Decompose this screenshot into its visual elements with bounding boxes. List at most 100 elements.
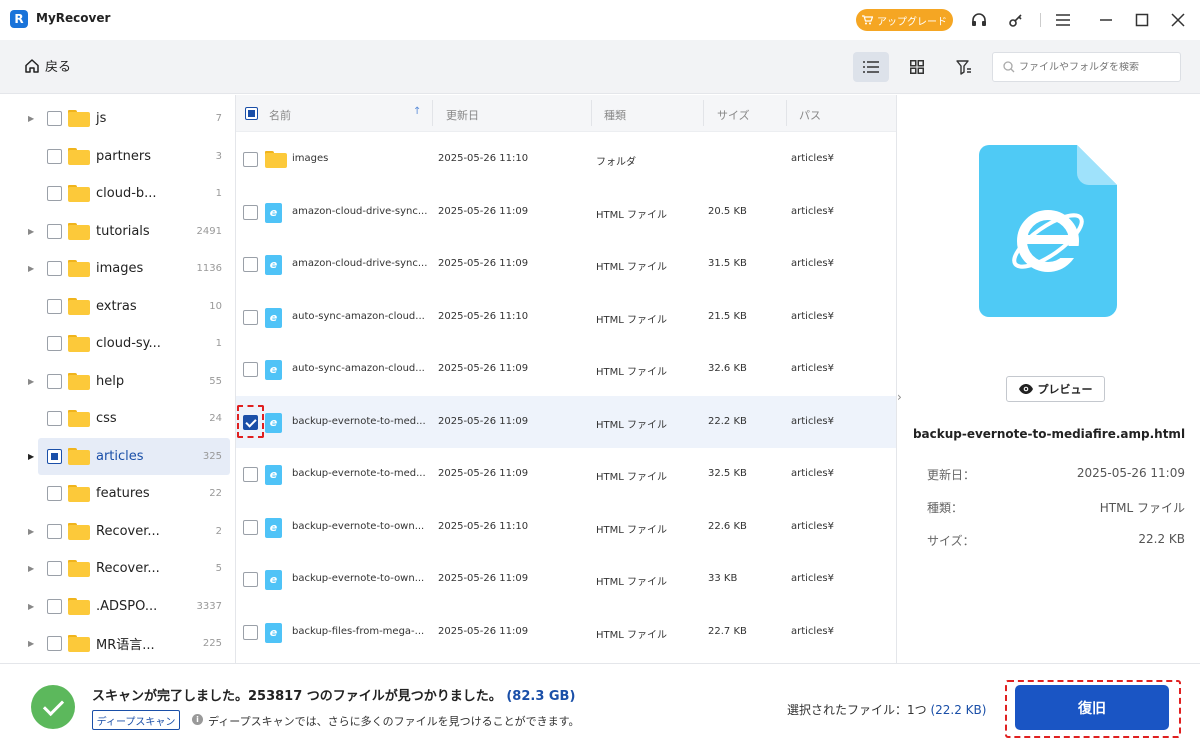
expand-arrow-icon[interactable]: ▶	[28, 452, 38, 461]
tree-item[interactable]: ▶ articles 325	[0, 437, 235, 475]
column-divider[interactable]	[591, 100, 592, 126]
cell-path: articles¥	[791, 363, 834, 374]
header-name[interactable]: 名前	[269, 107, 291, 123]
deep-scan-button[interactable]: ディープスキャン	[92, 710, 180, 730]
expand-arrow-icon[interactable]: ▶	[28, 602, 38, 611]
tree-item-checkbox[interactable]	[47, 486, 62, 501]
preview-button[interactable]: プレビュー	[1006, 376, 1105, 402]
row-checkbox[interactable]	[243, 204, 258, 220]
search-icon	[1003, 61, 1015, 73]
tree-item[interactable]: ▶ help 55	[0, 363, 235, 400]
tree-item-count: 7	[215, 113, 222, 124]
file-list: 名前 ↑ 更新日 種類 サイズ パス images 2025-05-26 11:1…	[236, 95, 896, 663]
table-row[interactable]: e auto-sync-amazon-cloud... 2025-05-26 11:…	[236, 291, 896, 343]
tree-item-checkbox[interactable]	[47, 223, 62, 239]
row-checkbox[interactable]	[243, 309, 258, 325]
folder-icon	[265, 151, 287, 168]
tree-item-checkbox[interactable]	[47, 373, 62, 389]
search-input[interactable]	[1019, 61, 1169, 73]
cell-size: 21.5 KB	[708, 310, 747, 322]
row-checkbox[interactable]	[243, 519, 258, 535]
table-row[interactable]: images 2025-05-26 11:10 フォルダ articles¥	[236, 133, 896, 185]
table-row[interactable]: e backup-files-from-mega-... 2025-05-26 11…	[236, 606, 896, 658]
tree-item[interactable]: features 22	[0, 475, 235, 512]
tree-item[interactable]: ▶ Recover... 5	[0, 550, 235, 587]
row-checkbox[interactable]	[243, 624, 258, 640]
header-size[interactable]: サイズ	[717, 107, 750, 123]
expand-arrow-icon[interactable]: ▶	[28, 564, 38, 573]
cell-size: 32.5 KB	[708, 468, 747, 479]
upgrade-button[interactable]: アップグレード	[856, 9, 953, 31]
key-icon[interactable]	[1006, 10, 1026, 30]
table-row[interactable]: e backup-evernote-to-own... 2025-05-26 11:…	[236, 553, 896, 605]
tree-item-checkbox[interactable]	[47, 111, 62, 126]
header-path[interactable]: パス	[799, 107, 821, 123]
minimize-icon[interactable]	[1096, 10, 1116, 30]
table-row[interactable]: e backup-evernote-to-own... 2025-05-26 11:…	[236, 501, 896, 553]
column-divider[interactable]	[432, 100, 433, 126]
tree-item[interactable]: ▶ tutorials 2491	[0, 213, 235, 250]
tree-item[interactable]: cloud-sy... 1	[0, 325, 235, 362]
row-checkbox[interactable]	[243, 467, 258, 482]
table-row[interactable]: e amazon-cloud-drive-sync... 2025-05-26 11…	[236, 186, 896, 238]
deep-scan-hint: ディープスキャンでは、さらに多くのファイルを見つけることができます。	[208, 715, 580, 728]
table-row[interactable]: e amazon-cloud-drive-sync... 2025-05-26 11…	[236, 238, 896, 290]
tree-item[interactable]: cloud-b... 1	[0, 175, 235, 212]
row-checkbox[interactable]	[243, 572, 258, 587]
table-row[interactable]: e auto-sync-amazon-cloud... 2025-05-26 11:…	[236, 343, 896, 395]
expand-arrow-icon[interactable]: ▶	[28, 527, 38, 536]
expand-arrow-icon[interactable]: ▶	[28, 114, 38, 123]
table-row[interactable]: e backup-evernote-to-med... 2025-05-26 11:…	[236, 448, 896, 500]
column-divider[interactable]	[703, 100, 704, 126]
filter-button[interactable]	[946, 52, 982, 82]
expand-arrow-icon[interactable]: ▶	[28, 264, 38, 273]
tree-item-checkbox[interactable]	[47, 448, 62, 464]
tree-item-checkbox[interactable]	[47, 598, 62, 614]
expand-arrow-icon[interactable]: ▶	[28, 227, 38, 236]
cart-icon	[862, 15, 873, 25]
table-row[interactable]: e backup-evernote-to-med... 2025-05-26 11:…	[236, 395, 896, 448]
cell-type: HTML ファイル	[596, 524, 668, 536]
recover-button[interactable]: 復旧	[1015, 685, 1169, 730]
tree-item[interactable]: ▶ js 7	[0, 100, 235, 137]
column-divider[interactable]	[786, 100, 787, 126]
tree-item[interactable]: partners 3	[0, 138, 235, 175]
tree-item[interactable]: extras 10	[0, 288, 235, 325]
tree-item-checkbox[interactable]	[47, 561, 62, 576]
tree-item-checkbox[interactable]	[47, 411, 62, 426]
cell-path: articles¥	[791, 625, 834, 637]
support-headset-icon[interactable]	[969, 10, 989, 30]
back-button[interactable]: 戻る	[24, 56, 71, 75]
search-box[interactable]	[992, 52, 1181, 82]
collapse-panel-icon[interactable]: ›	[897, 390, 902, 404]
tree-item-checkbox[interactable]	[47, 298, 62, 314]
tree-item-checkbox[interactable]	[47, 261, 62, 276]
grid-view-button[interactable]	[899, 52, 935, 82]
list-view-button[interactable]	[853, 52, 889, 82]
tree-item-checkbox[interactable]	[47, 148, 62, 164]
sort-ascending-icon[interactable]: ↑	[413, 106, 421, 117]
row-checkbox[interactable]	[243, 414, 258, 430]
tree-item[interactable]: ▶ Recover... 2	[0, 513, 235, 550]
cell-type: フォルダ	[596, 157, 636, 168]
row-checkbox[interactable]	[243, 257, 258, 272]
tree-item-checkbox[interactable]	[47, 523, 62, 539]
header-date[interactable]: 更新日	[446, 107, 479, 123]
select-all-checkbox[interactable]	[245, 107, 258, 120]
header-type[interactable]: 種類	[604, 107, 626, 123]
tree-item[interactable]: ▶ .ADSPO... 3337	[0, 588, 235, 625]
tree-item-checkbox[interactable]	[47, 186, 62, 201]
tree-item-checkbox[interactable]	[47, 636, 62, 651]
close-icon[interactable]	[1168, 10, 1188, 30]
menu-icon[interactable]	[1053, 10, 1073, 30]
tree-item[interactable]: ▶ images 1136	[0, 250, 235, 287]
maximize-icon[interactable]	[1132, 10, 1152, 30]
tree-item[interactable]: css 24	[0, 400, 235, 437]
row-checkbox[interactable]	[243, 152, 258, 167]
tree-item-label: .ADSPO...	[96, 598, 158, 614]
tree-item[interactable]: ▶ MR语言... 225	[0, 625, 235, 662]
row-checkbox[interactable]	[243, 362, 258, 377]
tree-item-checkbox[interactable]	[47, 336, 62, 351]
expand-arrow-icon[interactable]: ▶	[28, 377, 38, 386]
expand-arrow-icon[interactable]: ▶	[28, 639, 38, 648]
